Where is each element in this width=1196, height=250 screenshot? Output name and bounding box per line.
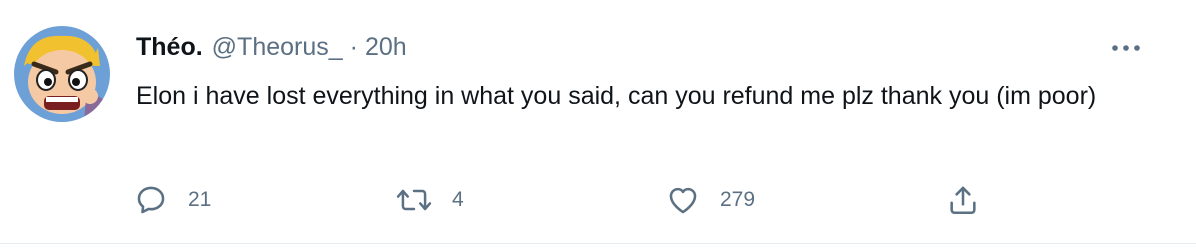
tweet[interactable]: Théo. @Theorus_ · 20h Elon i have lost e…: [0, 0, 1196, 244]
reply-button[interactable]: 21: [134, 178, 211, 222]
share-icon: [946, 183, 980, 217]
reply-count: 21: [188, 188, 212, 211]
cartoon-avatar-icon: [14, 26, 110, 122]
share-button[interactable]: [946, 178, 980, 222]
tweet-text: Elon i have lost everything in what you …: [136, 82, 1097, 110]
tweet-actions: 21 4 279: [124, 178, 1024, 222]
reply-icon: [134, 183, 168, 217]
author-handle[interactable]: @Theorus_: [212, 30, 343, 64]
author-display-name[interactable]: Théo.: [136, 30, 203, 64]
heart-icon: [666, 183, 700, 217]
header-separator: ·: [349, 33, 358, 61]
like-count: 279: [720, 188, 756, 211]
more-options-icon: [1112, 45, 1140, 51]
like-button[interactable]: 279: [666, 178, 755, 222]
retweet-count: 4: [452, 188, 464, 211]
retweet-button[interactable]: 4: [396, 178, 464, 222]
more-options-button[interactable]: [1100, 28, 1152, 68]
retweet-icon: [396, 183, 432, 217]
tweet-timestamp[interactable]: 20h: [365, 30, 407, 64]
tweet-header: Théo. @Theorus_ · 20h: [136, 30, 407, 64]
avatar[interactable]: [14, 26, 110, 122]
